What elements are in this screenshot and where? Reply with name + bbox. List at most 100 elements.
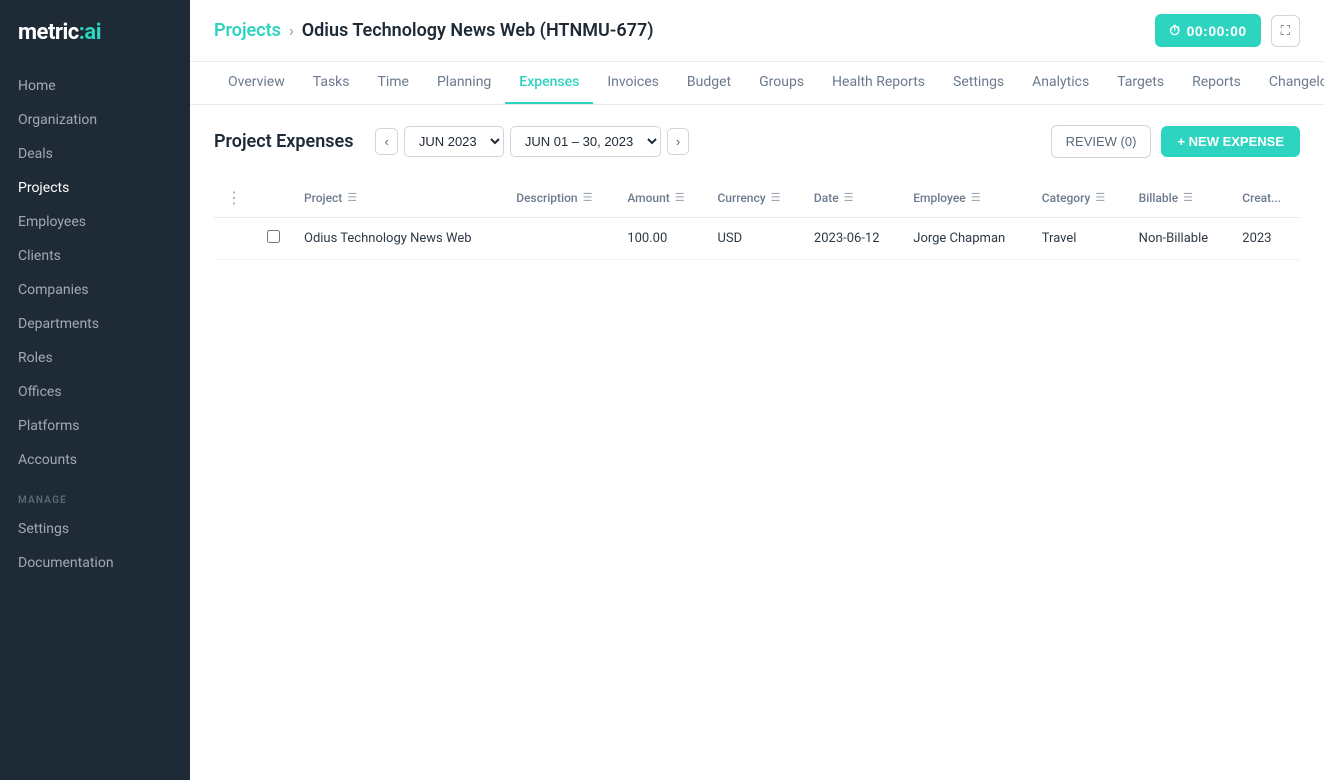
tab-changelog[interactable]: Changelog <box>1255 62 1324 104</box>
tab-time[interactable]: Time <box>364 62 423 104</box>
prev-month-button[interactable]: ‹ <box>375 128 397 155</box>
new-expense-button[interactable]: + NEW EXPENSE <box>1161 126 1300 157</box>
sidebar-item-accounts[interactable]: Accounts <box>0 443 190 477</box>
timer-button[interactable]: ⏱ 00:00:00 <box>1155 14 1260 47</box>
sidebar-item-label: Settings <box>18 521 69 537</box>
sidebar-item-label: Organization <box>18 112 97 128</box>
sidebar-item-deals[interactable]: Deals <box>0 137 190 171</box>
row-checkbox-cell <box>255 218 292 260</box>
tab-planning[interactable]: Planning <box>423 62 505 104</box>
sidebar: metric:ai Home Organization Deals Projec… <box>0 0 190 780</box>
breadcrumb-link[interactable]: Projects <box>214 20 281 41</box>
tab-expenses[interactable]: Expenses <box>505 62 593 104</box>
tab-budget[interactable]: Budget <box>673 62 745 104</box>
tab-health-reports[interactable]: Health Reports <box>818 62 939 104</box>
row-employee: Jorge Chapman <box>901 218 1030 260</box>
row-checkbox[interactable] <box>267 230 280 243</box>
sidebar-item-offices[interactable]: Offices <box>0 375 190 409</box>
col-header-date: Date ☰ <box>802 178 901 218</box>
sidebar-item-employees[interactable]: Employees <box>0 205 190 239</box>
expand-button[interactable]: ⛶ <box>1271 15 1300 47</box>
tab-reports[interactable]: Reports <box>1178 62 1255 104</box>
row-date: 2023-06-12 <box>802 218 901 260</box>
sidebar-item-label: Projects <box>18 180 69 196</box>
expenses-nav: ‹ JUN 2023 JUN 01 – 30, 2023 › <box>375 126 689 157</box>
filter-icon[interactable]: ☰ <box>1183 191 1193 204</box>
expenses-actions: REVIEW (0) + NEW EXPENSE <box>1051 125 1300 158</box>
sidebar-item-label: Documentation <box>18 555 114 571</box>
col-checkbox-header <box>255 178 292 218</box>
filter-icon[interactable]: ☰ <box>771 191 781 204</box>
col-header-billable: Billable ☰ <box>1127 178 1231 218</box>
sidebar-item-home[interactable]: Home <box>0 69 190 103</box>
row-created: 2023 <box>1230 218 1300 260</box>
sidebar-item-settings[interactable]: Settings <box>0 512 190 546</box>
filter-icon[interactable]: ☰ <box>675 191 685 204</box>
col-header-employee: Employee ☰ <box>901 178 1030 218</box>
row-amount: 100.00 <box>615 218 705 260</box>
sidebar-item-label: Offices <box>18 384 62 400</box>
logo: metric:ai <box>0 0 190 69</box>
manage-section-label: MANAGE <box>0 477 190 512</box>
col-header-project: Project ☰ <box>292 178 504 218</box>
breadcrumb-current: Odius Technology News Web (HTNMU-677) <box>302 20 654 41</box>
sidebar-item-documentation[interactable]: Documentation <box>0 546 190 580</box>
filter-icon[interactable]: ☰ <box>583 191 593 204</box>
row-category: Travel <box>1030 218 1127 260</box>
col-header-created: Creat... <box>1230 178 1300 218</box>
tab-overview[interactable]: Overview <box>214 62 299 104</box>
sidebar-item-clients[interactable]: Clients <box>0 239 190 273</box>
sidebar-item-projects[interactable]: Projects <box>0 171 190 205</box>
sidebar-item-departments[interactable]: Departments <box>0 307 190 341</box>
col-header-description: Description ☰ <box>504 178 615 218</box>
main-content: Projects › Odius Technology News Web (HT… <box>190 0 1324 780</box>
expenses-header: Project Expenses ‹ JUN 2023 JUN 01 – 30,… <box>214 125 1300 158</box>
sidebar-item-label: Deals <box>18 146 53 162</box>
table-menu-icon[interactable]: ⋮ <box>226 188 243 207</box>
content-area: Project Expenses ‹ JUN 2023 JUN 01 – 30,… <box>190 105 1324 780</box>
sidebar-item-platforms[interactable]: Platforms <box>0 409 190 443</box>
sidebar-item-label: Employees <box>18 214 86 230</box>
expenses-table: ⋮ Project ☰ Description ☰ <box>214 178 1300 260</box>
col-header-amount: Amount ☰ <box>615 178 705 218</box>
sidebar-item-roles[interactable]: Roles <box>0 341 190 375</box>
row-menu <box>214 218 255 260</box>
col-menu: ⋮ <box>214 178 255 218</box>
sidebar-nav: Home Organization Deals Projects Employe… <box>0 69 190 780</box>
next-month-button[interactable]: › <box>667 128 689 155</box>
filter-icon[interactable]: ☰ <box>971 191 981 204</box>
sidebar-item-label: Departments <box>18 316 99 332</box>
row-description <box>504 218 615 260</box>
tab-tasks[interactable]: Tasks <box>299 62 364 104</box>
tab-analytics[interactable]: Analytics <box>1018 62 1103 104</box>
sidebar-item-label: Roles <box>18 350 53 366</box>
sidebar-item-companies[interactable]: Companies <box>0 273 190 307</box>
sidebar-item-label: Home <box>18 78 56 94</box>
tab-settings[interactable]: Settings <box>939 62 1018 104</box>
clock-icon: ⏱ <box>1169 22 1180 39</box>
sidebar-item-label: Platforms <box>18 418 80 434</box>
filter-icon[interactable]: ☰ <box>347 191 357 204</box>
row-currency: USD <box>705 218 801 260</box>
col-header-category: Category ☰ <box>1030 178 1127 218</box>
logo-text: metric:ai <box>18 20 101 45</box>
sidebar-item-label: Companies <box>18 282 89 298</box>
tab-groups[interactable]: Groups <box>745 62 818 104</box>
filter-icon[interactable]: ☰ <box>844 191 854 204</box>
date-range-select[interactable]: JUN 01 – 30, 2023 <box>510 126 661 157</box>
row-billable: Non-Billable <box>1127 218 1231 260</box>
col-header-currency: Currency ☰ <box>705 178 801 218</box>
tab-invoices[interactable]: Invoices <box>593 62 673 104</box>
tab-targets[interactable]: Targets <box>1103 62 1178 104</box>
timer-display: 00:00:00 <box>1187 23 1247 39</box>
top-bar: Projects › Odius Technology News Web (HT… <box>190 0 1324 62</box>
expenses-table-wrapper: ⋮ Project ☰ Description ☰ <box>214 178 1300 260</box>
breadcrumb-separator: › <box>289 21 294 40</box>
review-button[interactable]: REVIEW (0) <box>1051 125 1152 158</box>
sidebar-item-organization[interactable]: Organization <box>0 103 190 137</box>
month-select[interactable]: JUN 2023 <box>404 126 504 157</box>
expand-icon: ⛶ <box>1281 23 1290 38</box>
filter-icon[interactable]: ☰ <box>1095 191 1105 204</box>
expenses-title: Project Expenses <box>214 131 353 152</box>
table-row: Odius Technology News Web 100.00 USD 202… <box>214 218 1300 260</box>
